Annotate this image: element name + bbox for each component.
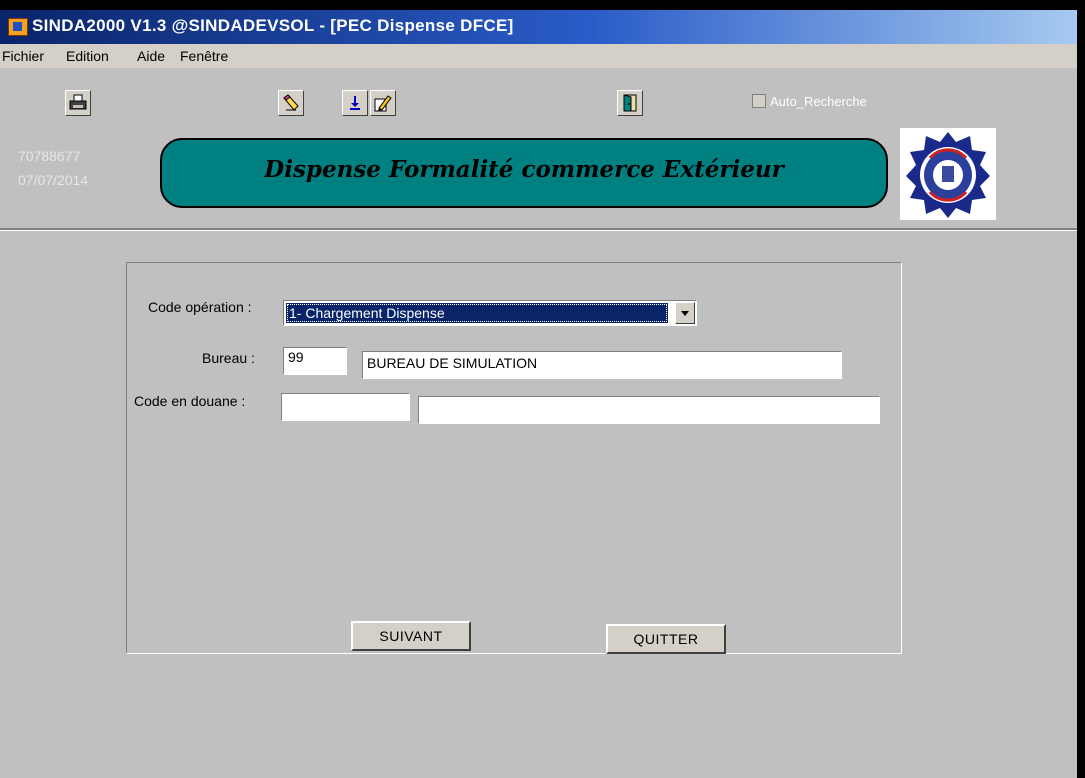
eraser-icon [283,94,299,111]
form-title-banner: Dispense Formalité commerce Extérieur [160,138,888,208]
menu-fichier[interactable]: Fichier [2,48,44,64]
page-title: Dispense Formalité commerce Extérieur [264,156,784,183]
eraser-button[interactable] [278,90,304,116]
window-title: SINDA2000 V1.3 @SINDADEVSOL - [PEC Dispe… [32,16,514,35]
edit-button[interactable] [370,90,396,116]
next-button[interactable]: SUIVANT [351,621,471,651]
download-icon [350,96,360,110]
application-window: SINDA2000 V1.3 @SINDADEVSOL - [PEC Dispe… [0,10,1077,778]
exit-door-icon [623,94,637,112]
menu-edition[interactable]: Edition [66,48,109,64]
code-douane-name-field[interactable] [418,396,880,424]
bureau-label: Bureau : [202,350,255,366]
title-bar[interactable]: SINDA2000 V1.3 @SINDADEVSOL - [PEC Dispe… [0,10,1077,44]
print-button[interactable] [65,90,91,116]
printer-icon [69,94,87,110]
code-operation-select[interactable]: 1- Chargement Dispense [283,300,697,326]
menu-aide[interactable]: Aide [137,48,165,64]
customs-logo [900,128,996,220]
reference-number: 70788677 [18,148,81,164]
menu-fenetre[interactable]: Fenêtre [180,48,228,64]
menu-bar: Fichier Edition Aide Fenêtre [0,44,1077,68]
checkbox-box[interactable] [752,94,766,108]
bureau-name-field[interactable]: BUREAU DE SIMULATION [362,351,842,379]
code-douane-label: Code en douane : [134,393,246,409]
bureau-code-field[interactable]: 99 [283,347,347,375]
download-button[interactable] [342,90,368,116]
chevron-down-icon[interactable] [675,302,695,324]
code-operation-value[interactable]: 1- Chargement Dispense [286,303,668,323]
reference-date: 07/07/2014 [18,172,89,188]
customs-emblem-icon [906,132,990,218]
auto-recherche-checkbox[interactable]: Auto_Recherche [752,94,867,109]
exit-button[interactable] [617,90,643,116]
app-icon [8,18,28,36]
code-operation-label: Code opération : [148,299,252,315]
edit-pencil-icon [374,95,392,112]
header-separator [0,228,1077,231]
auto-recherche-label: Auto_Recherche [770,94,867,109]
quit-button[interactable]: QUITTER [606,624,726,654]
code-douane-code-field[interactable] [281,393,410,421]
